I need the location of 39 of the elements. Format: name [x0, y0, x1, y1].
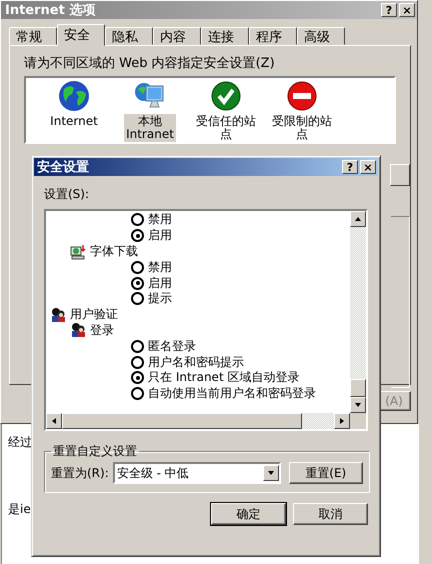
dialog-title: 安全设置	[37, 158, 89, 176]
option-label: 匿名登录	[148, 338, 196, 355]
zone-label[interactable]: 本地 Intranet	[124, 114, 176, 142]
option-label: 启用	[148, 227, 172, 244]
cancel-button[interactable]: 取消	[293, 503, 368, 525]
tab[interactable]: 安全	[57, 24, 105, 46]
zone-label[interactable]: 受信任的站 点	[194, 114, 258, 142]
help-button[interactable]: ?	[381, 3, 397, 17]
setting-group-label: 用户验证	[70, 306, 118, 324]
zone-label[interactable]: Internet	[48, 114, 100, 129]
page-text: 经过	[8, 434, 32, 451]
help-button[interactable]: ?	[342, 160, 358, 174]
settings-label: 设置(S):	[44, 186, 90, 203]
tab[interactable]: 内容	[153, 27, 201, 45]
option-label: 禁用	[148, 258, 172, 276]
option-label: 只在 Intranet 区域自动登录	[148, 369, 300, 386]
zones-label: 请为不同区域的 Web 内容指定安全设置(Z)	[24, 55, 276, 72]
reset-label: 重置为(R):	[51, 464, 109, 482]
tab[interactable]: 隐私	[105, 27, 153, 45]
close-button[interactable]: ×	[399, 3, 415, 17]
page-text: 是ie	[8, 501, 31, 518]
option-label: 用户名和密码提示	[148, 354, 244, 371]
tab[interactable]: 常规	[9, 27, 57, 45]
option-label: 启用	[148, 274, 172, 292]
zone-label[interactable]: 受限制的站 点	[270, 114, 334, 142]
option-label: 自动使用当前用户名和密码登录	[148, 385, 316, 402]
setting-group-label: 登录	[90, 322, 114, 339]
close-button[interactable]: ×	[360, 160, 376, 174]
tab[interactable]: 程序	[249, 27, 297, 45]
tab[interactable]: 高级	[297, 27, 345, 45]
level-dropdown[interactable]: 安全级 - 中低	[112, 462, 281, 484]
ok-button[interactable]: 确定	[211, 503, 286, 525]
setting-group-label: 字体下载	[90, 243, 138, 260]
group-title: 重置自定义设置	[52, 443, 138, 460]
tab[interactable]: 连接	[201, 27, 249, 45]
reset-button[interactable]: 重置(E)	[288, 462, 363, 484]
option-label: 提示	[148, 290, 172, 308]
option-label: 禁用	[148, 211, 172, 228]
window-title: Internet 选项	[5, 2, 96, 19]
